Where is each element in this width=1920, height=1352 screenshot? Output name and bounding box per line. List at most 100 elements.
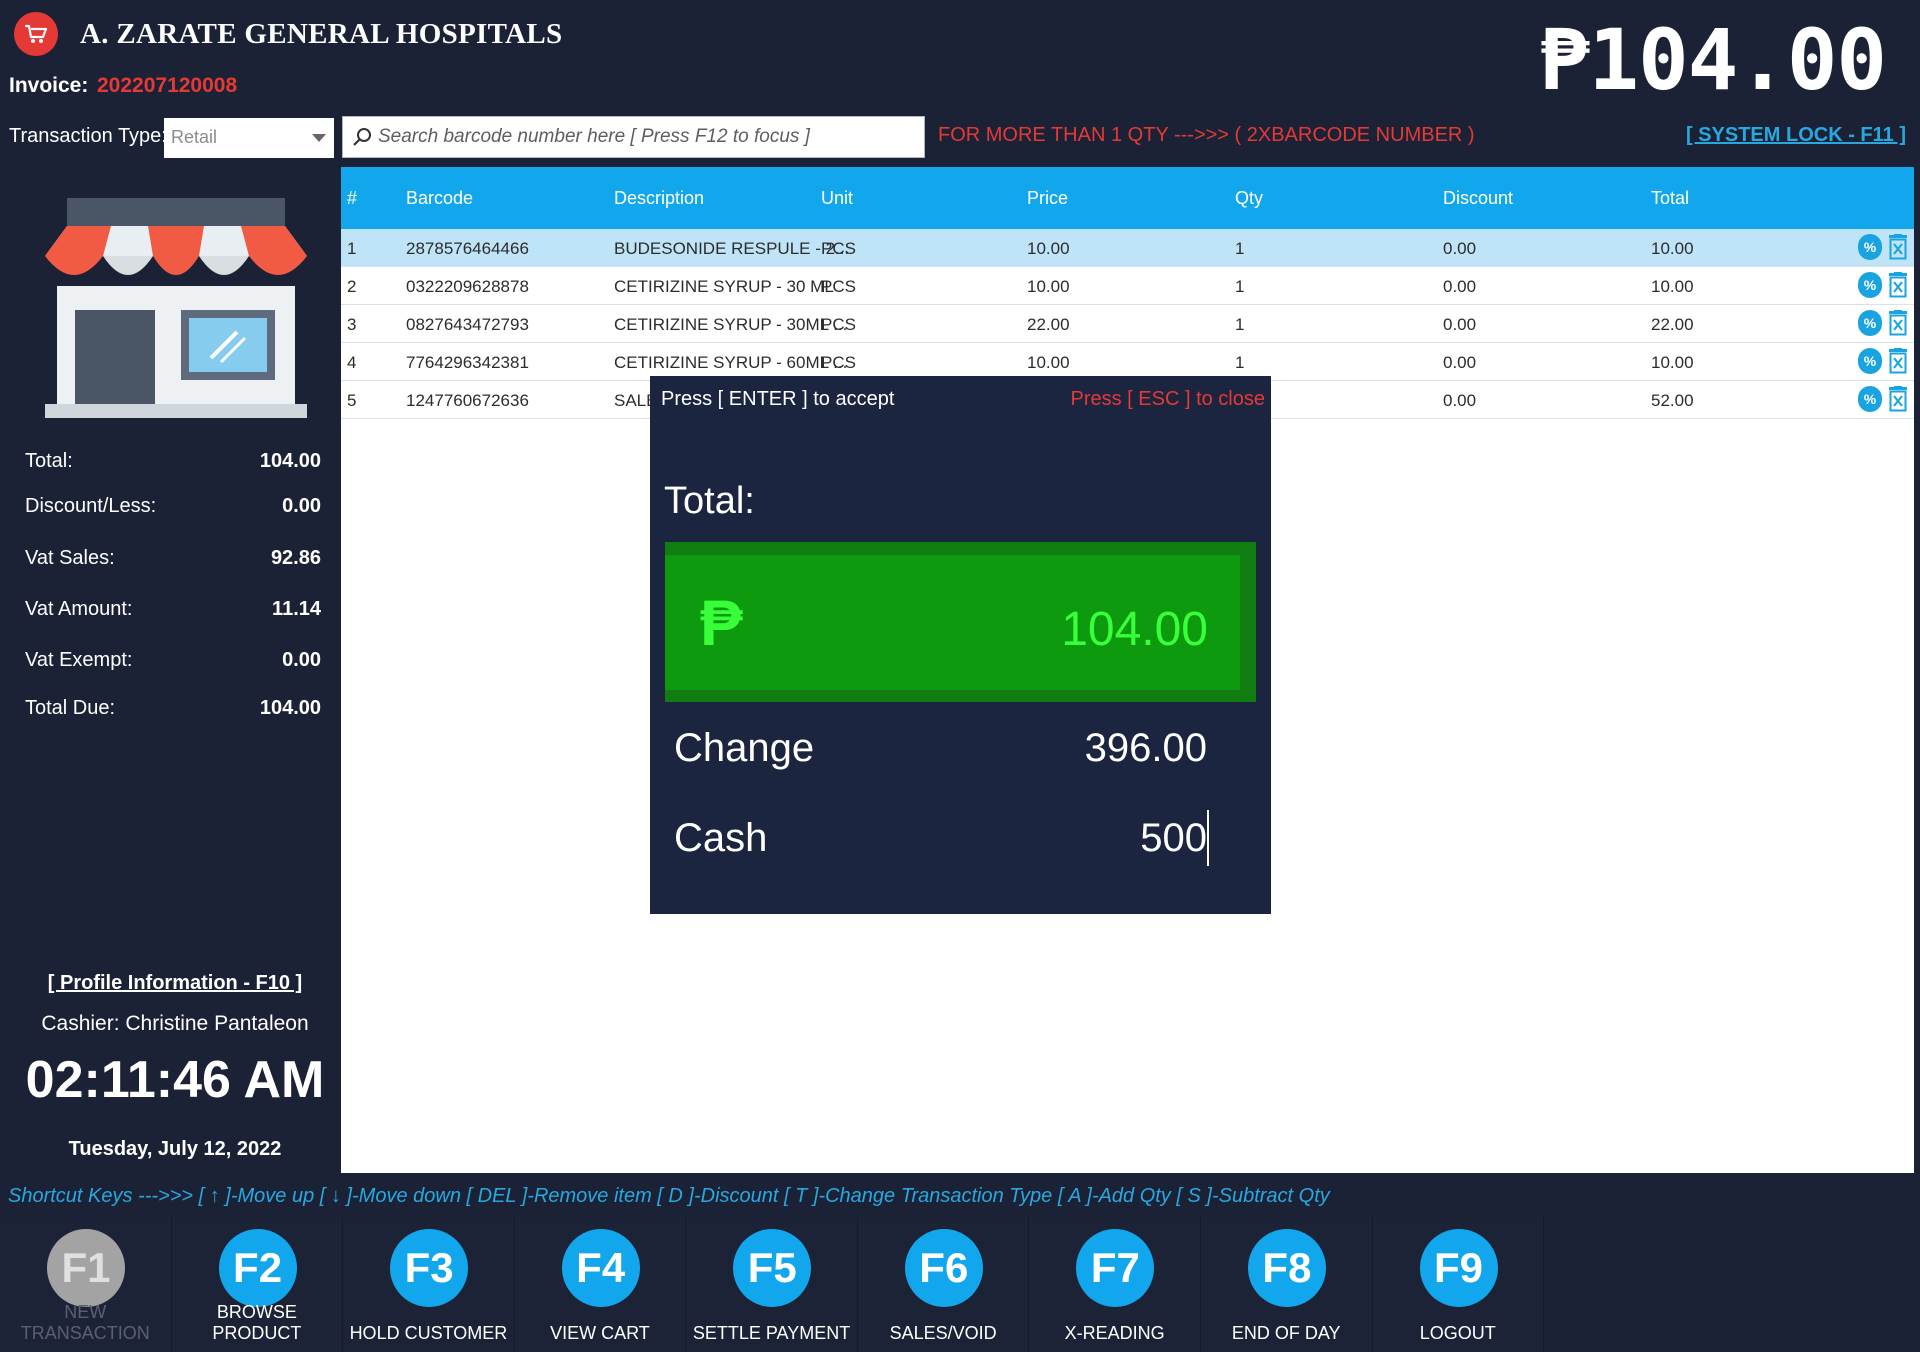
esc-hint[interactable]: Press [ ESC ] to close bbox=[1070, 388, 1265, 411]
profile-information-link[interactable]: [ Profile Information - F10 ] bbox=[9, 972, 341, 995]
cell-barcode: 0322209628878 bbox=[406, 277, 529, 296]
col-barcode: Barcode bbox=[406, 187, 474, 208]
cell-total: 10.00 bbox=[1651, 353, 1694, 372]
invoice-number: 202207120008 bbox=[97, 74, 238, 97]
cell-unit: PCS bbox=[821, 239, 856, 258]
barcode-search[interactable] bbox=[342, 116, 925, 158]
cell-qty: 1 bbox=[1235, 239, 1245, 258]
table-row[interactable]: 1 2878576464466 BUDESONIDE RESPULE - 2... P… bbox=[341, 229, 1914, 267]
cell-barcode: 1247760672636 bbox=[406, 391, 529, 410]
summary-vat-sales: Vat Sales: 92.86 bbox=[25, 547, 321, 570]
cell-description: CETIRIZINE SYRUP - 60ML ... bbox=[614, 353, 848, 372]
row-actions: % bbox=[1858, 234, 1908, 260]
summary-vat-amount-label: Vat Amount: bbox=[25, 598, 133, 620]
table-row[interactable]: 2 0322209628878 CETIRIZINE SYRUP - 30 ML PC… bbox=[341, 267, 1914, 305]
summary-vat-amount-value: 11.14 bbox=[272, 598, 321, 620]
fkey-f9-button[interactable]: F9 LOGOUT bbox=[1372, 1217, 1545, 1352]
cell-price: 10.00 bbox=[1027, 277, 1070, 296]
fkey-badge: F3 bbox=[390, 1229, 469, 1307]
summary-total-value: 104.00 bbox=[259, 450, 321, 472]
cell-description: BUDESONIDE RESPULE - 2... bbox=[614, 239, 850, 258]
shortcut-keys-hint: Shortcut Keys --->>> [ ↑ ]-Move up [ ↓ ]… bbox=[8, 1185, 1330, 1207]
cell-num: 4 bbox=[347, 353, 357, 372]
fkey-badge: F9 bbox=[1419, 1229, 1498, 1307]
fkey-f7-button[interactable]: F7 X-READING bbox=[1029, 1217, 1201, 1352]
delete-icon[interactable] bbox=[1888, 234, 1908, 260]
app-title: A. ZARATE GENERAL HOSPITALS bbox=[80, 18, 563, 50]
summary-total-due-value: 104.00 bbox=[259, 697, 321, 719]
discount-icon[interactable]: % bbox=[1858, 272, 1882, 298]
cell-discount: 0.00 bbox=[1443, 239, 1477, 258]
cell-discount: 0.00 bbox=[1443, 315, 1477, 334]
summary-discount: Discount/Less: 0.00 bbox=[25, 495, 321, 518]
discount-icon[interactable]: % bbox=[1858, 386, 1882, 412]
cell-num: 1 bbox=[347, 239, 357, 258]
cell-price: 10.00 bbox=[1027, 353, 1070, 372]
summary-vat-sales-label: Vat Sales: bbox=[25, 547, 115, 569]
table-row[interactable]: 3 0827643472793 CETIRIZINE SYRUP - 30ML ..… bbox=[341, 305, 1914, 343]
cell-price: 10.00 bbox=[1027, 239, 1070, 258]
system-lock-link[interactable]: [ SYSTEM LOCK - F11 ] bbox=[1686, 124, 1906, 147]
summary-total-due: Total Due: 104.00 bbox=[25, 697, 321, 720]
transaction-type-label: Transaction Type: bbox=[9, 125, 167, 147]
col-description: Description bbox=[614, 187, 705, 208]
row-actions: % bbox=[1858, 348, 1908, 374]
col-discount: Discount bbox=[1443, 187, 1514, 208]
cell-price: 22.00 bbox=[1027, 315, 1070, 334]
function-key-bar: F1 NEW TRANSACTION F2 BROWSE PRODUCT F3 HOLD … bbox=[0, 1217, 1545, 1352]
col-price: Price bbox=[1027, 187, 1069, 208]
search-icon bbox=[353, 128, 371, 146]
fkey-label: SALES/VOID bbox=[889, 1323, 997, 1343]
peso-icon: ₱ bbox=[700, 587, 743, 659]
fkey-label: SETTLE PAYMENT bbox=[692, 1323, 851, 1343]
payment-total-label: Total: bbox=[664, 480, 755, 522]
fkey-f8-button[interactable]: F8 END OF DAY bbox=[1200, 1217, 1373, 1352]
col-qty: Qty bbox=[1235, 187, 1264, 208]
fkey-badge: F2 bbox=[218, 1229, 297, 1307]
delete-icon[interactable] bbox=[1888, 272, 1908, 298]
discount-icon[interactable]: % bbox=[1858, 310, 1882, 336]
col-unit: Unit bbox=[821, 187, 854, 208]
payment-dialog: Press [ ENTER ] to accept Press [ ESC ] … bbox=[650, 376, 1271, 914]
summary-panel: Total: 104.00 Discount/Less: 0.00 Vat Sa… bbox=[9, 170, 341, 1170]
discount-icon[interactable]: % bbox=[1858, 234, 1882, 260]
cell-unit: PCS bbox=[821, 277, 856, 296]
cell-total: 22.00 bbox=[1651, 315, 1694, 334]
summary-total-due-label: Total Due: bbox=[25, 697, 116, 719]
cell-discount: 0.00 bbox=[1443, 391, 1477, 410]
fkey-f4-button[interactable]: F4 VIEW CART bbox=[514, 1217, 687, 1352]
date: Tuesday, July 12, 2022 bbox=[68, 1138, 282, 1160]
summary-discount-value: 0.00 bbox=[282, 495, 321, 517]
transaction-type-select[interactable]: Retail bbox=[164, 118, 334, 158]
discount-icon[interactable]: % bbox=[1858, 348, 1882, 374]
fkey-f6-button[interactable]: F6 SALES/VOID bbox=[857, 1217, 1030, 1352]
fkey-f2-button[interactable]: F2 BROWSE PRODUCT bbox=[171, 1217, 344, 1352]
cell-discount: 0.00 bbox=[1443, 277, 1477, 296]
chevron-down-icon bbox=[312, 134, 326, 142]
cashier-name: Cashier: Christine Pantaleon bbox=[41, 1012, 309, 1035]
row-actions: % bbox=[1858, 272, 1908, 298]
cell-barcode: 7764296342381 bbox=[406, 353, 529, 372]
fkey-badge: F4 bbox=[561, 1229, 640, 1307]
fkey-badge: F1 bbox=[47, 1229, 125, 1307]
delete-icon[interactable] bbox=[1888, 348, 1908, 374]
delete-icon[interactable] bbox=[1888, 386, 1908, 412]
cell-total: 10.00 bbox=[1651, 277, 1694, 296]
fkey-label: END OF DAY bbox=[1231, 1323, 1341, 1343]
fkey-f5-button[interactable]: F5 SETTLE PAYMENT bbox=[686, 1217, 858, 1352]
fkey-f3-button[interactable]: F3 HOLD CUSTOMER bbox=[343, 1217, 515, 1352]
cash-input[interactable] bbox=[949, 810, 1209, 866]
cash-label: Cash bbox=[674, 816, 768, 860]
fkey-badge: F8 bbox=[1247, 1229, 1326, 1307]
fkey-f1-button[interactable]: F1 NEW TRANSACTION bbox=[0, 1217, 172, 1352]
delete-icon[interactable] bbox=[1888, 310, 1908, 336]
transaction-type-value: Retail bbox=[171, 127, 218, 147]
barcode-search-input[interactable] bbox=[378, 126, 918, 148]
cell-barcode: 2878576464466 bbox=[406, 239, 529, 258]
summary-vat-exempt-label: Vat Exempt: bbox=[25, 649, 133, 671]
row-actions: % bbox=[1858, 386, 1908, 412]
cell-unit: PCS bbox=[821, 315, 856, 334]
enter-hint: Press [ ENTER ] to accept bbox=[661, 388, 895, 410]
grand-total: ₱104.00 bbox=[1538, 11, 1887, 109]
cell-barcode: 0827643472793 bbox=[406, 315, 529, 334]
